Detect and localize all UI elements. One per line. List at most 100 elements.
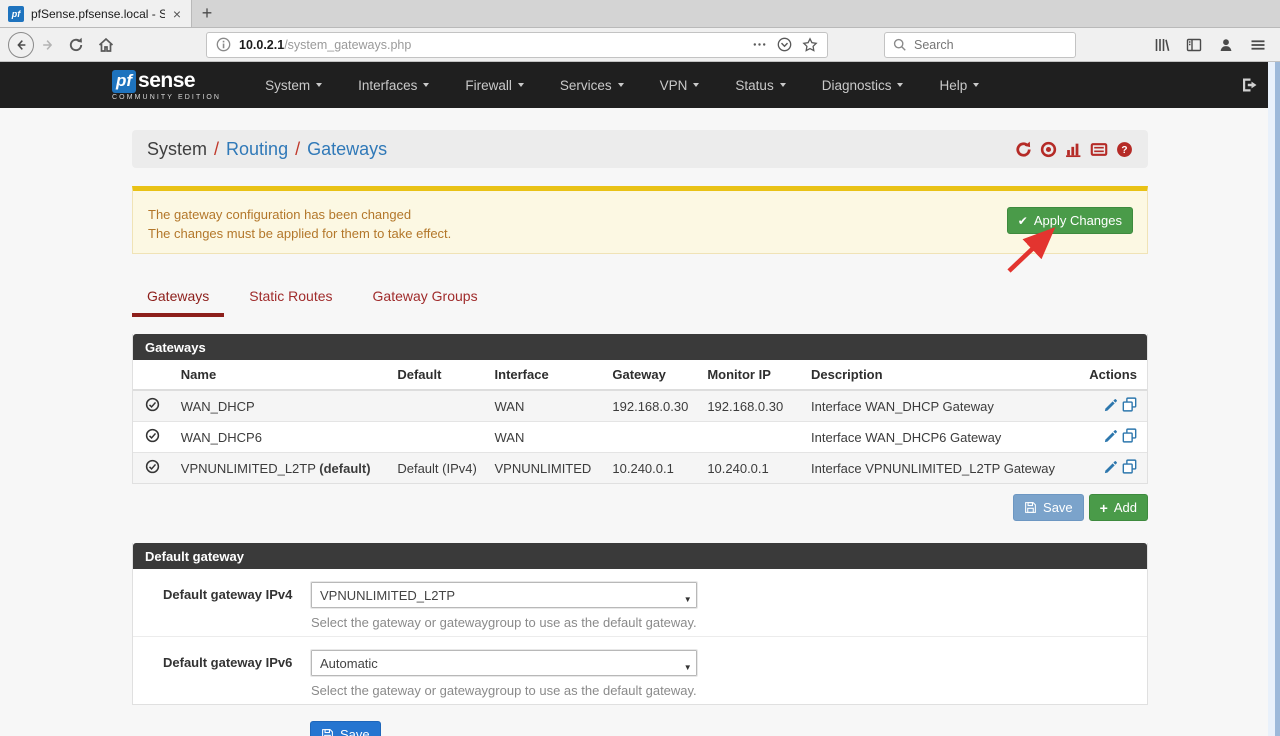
pfsense-logo[interactable]: pf sense COMMUNITY EDITION xyxy=(112,69,221,101)
apply-changes-button[interactable]: ✔ Apply Changes xyxy=(1007,207,1133,234)
edit-pencil-icon[interactable] xyxy=(1104,429,1118,443)
gateway-name: WAN_DHCP6 xyxy=(173,422,390,453)
floppy-icon xyxy=(321,728,334,736)
gateway-row-wan-dhcp: WAN_DHCP WAN 192.168.0.30 192.168.0.30 I… xyxy=(133,390,1147,422)
tab-title: pfSense.pfsense.local - S xyxy=(31,7,165,21)
library-icon[interactable] xyxy=(1154,37,1170,53)
tab-gateways[interactable]: Gateways xyxy=(132,280,224,317)
menu-item-services[interactable]: Services xyxy=(542,78,642,93)
breadcrumb-system: System xyxy=(147,139,207,160)
default-gateway-ipv6-select[interactable]: Automatic xyxy=(311,650,697,676)
save-order-button[interactable]: Save xyxy=(1013,494,1084,521)
enabled-check-circle-icon xyxy=(145,459,160,474)
routing-tabs: Gateways Static Routes Gateway Groups xyxy=(132,280,1148,317)
menu-item-vpn[interactable]: VPN xyxy=(642,78,718,93)
gateway-default xyxy=(389,422,486,453)
menu-item-firewall[interactable]: Firewall xyxy=(447,78,542,93)
chevron-down-icon xyxy=(693,83,699,87)
menu-hamburger-icon[interactable] xyxy=(1250,37,1266,53)
col-default: Default xyxy=(389,360,486,390)
new-tab-button[interactable]: + xyxy=(192,0,222,27)
help-icon[interactable]: ? xyxy=(1116,141,1133,158)
chevron-down-icon xyxy=(897,83,903,87)
browser-toolbar: 10.0.2.1/system_gateways.php xyxy=(0,28,1280,62)
chevron-down-icon xyxy=(973,83,979,87)
add-gateway-button[interactable]: + Add xyxy=(1089,494,1148,521)
default-gateway-ipv4-row: Default gateway IPv4 VPNUNLIMITED_L2TP ▼… xyxy=(133,569,1147,636)
gateway-default xyxy=(389,390,486,422)
log-list-icon[interactable] xyxy=(1090,141,1108,158)
pfsense-brand-text: sense xyxy=(138,69,195,93)
status-circle-icon[interactable] xyxy=(1040,141,1057,158)
copy-icon[interactable] xyxy=(1122,459,1137,474)
pfsense-brand-subtext: COMMUNITY EDITION xyxy=(112,94,221,101)
sidebar-icon[interactable] xyxy=(1186,37,1202,53)
tab-gateway-groups[interactable]: Gateway Groups xyxy=(358,280,493,317)
gateways-table: Name Default Interface Gateway Monitor I… xyxy=(133,360,1147,483)
menu-item-system[interactable]: System xyxy=(247,78,340,93)
menu-item-help[interactable]: Help xyxy=(921,78,997,93)
save-button[interactable]: Save xyxy=(310,721,381,736)
breadcrumb-routing-link[interactable]: Routing xyxy=(226,139,288,160)
menu-item-diagnostics[interactable]: Diagnostics xyxy=(804,78,922,93)
floppy-icon xyxy=(1024,501,1037,514)
breadcrumb-separator: / xyxy=(214,139,219,160)
default-gateway-ipv6-help: Select the gateway or gatewaygroup to us… xyxy=(311,683,697,698)
logout-icon[interactable] xyxy=(1241,77,1258,93)
menu-item-interfaces[interactable]: Interfaces xyxy=(340,78,447,93)
breadcrumb-separator: / xyxy=(295,139,300,160)
screen: pf pfSense.pfsense.local - S × + 10.0.2.… xyxy=(0,0,1280,736)
gateway-address xyxy=(604,422,699,453)
account-icon[interactable] xyxy=(1218,37,1234,53)
tab-static-routes[interactable]: Static Routes xyxy=(234,280,347,317)
menu-item-status[interactable]: Status xyxy=(717,78,803,93)
edit-pencil-icon[interactable] xyxy=(1104,460,1118,474)
gateway-monitor-ip xyxy=(699,422,803,453)
apply-changes-alert: The gateway configuration has been chang… xyxy=(132,186,1148,254)
browser-tab[interactable]: pf pfSense.pfsense.local - S × xyxy=(0,0,192,27)
monitor-graph-icon[interactable] xyxy=(1065,141,1082,158)
search-input[interactable] xyxy=(914,38,1044,52)
reload-button[interactable] xyxy=(68,37,84,53)
default-gateway-ipv4-select[interactable]: VPNUNLIMITED_L2TP xyxy=(311,582,697,608)
tab-close-icon[interactable]: × xyxy=(171,6,183,22)
chevron-down-icon xyxy=(518,83,524,87)
gateway-description: Interface WAN_DHCP6 Gateway xyxy=(803,422,1081,453)
chevron-down-icon xyxy=(316,83,322,87)
pfsense-logo-badge: pf xyxy=(112,70,136,93)
search-box[interactable] xyxy=(884,32,1076,58)
back-button[interactable] xyxy=(8,32,34,58)
page-actions-icon[interactable] xyxy=(752,37,767,52)
pocket-icon[interactable] xyxy=(777,37,792,52)
refresh-icon[interactable] xyxy=(1015,141,1032,158)
col-monitor-ip: Monitor IP xyxy=(699,360,803,390)
forward-button[interactable] xyxy=(40,38,56,52)
default-gateway-ipv4-help: Select the gateway or gatewaygroup to us… xyxy=(311,615,697,630)
copy-icon[interactable] xyxy=(1122,397,1137,412)
copy-icon[interactable] xyxy=(1122,428,1137,443)
pfsense-navbar: pf sense COMMUNITY EDITION System Interf… xyxy=(0,62,1280,108)
site-info-icon[interactable] xyxy=(216,37,231,52)
url-bar[interactable]: 10.0.2.1/system_gateways.php xyxy=(206,32,828,58)
chevron-down-icon xyxy=(423,83,429,87)
page-body: System / Routing / Gateways xyxy=(0,108,1280,736)
breadcrumb-gateways-link[interactable]: Gateways xyxy=(307,139,387,160)
bookmark-star-icon[interactable] xyxy=(802,37,818,53)
gateway-interface: WAN xyxy=(487,422,605,453)
gateway-interface: VPNUNLIMITED xyxy=(487,453,605,484)
gateway-address: 192.168.0.30 xyxy=(604,390,699,422)
default-gateway-ipv6-label: Default gateway IPv6 xyxy=(163,650,311,698)
home-button[interactable] xyxy=(98,37,114,53)
search-icon xyxy=(893,38,907,52)
pfsense-favicon-icon: pf xyxy=(8,6,24,22)
gateway-description: Interface WAN_DHCP Gateway xyxy=(803,390,1081,422)
scrollbar[interactable] xyxy=(1268,62,1280,736)
gateway-monitor-ip: 10.240.0.1 xyxy=(699,453,803,484)
default-gateway-ipv6-row: Default gateway IPv6 Automatic ▼ Select … xyxy=(133,636,1147,704)
gateway-row-wan-dhcp6: WAN_DHCP6 WAN Interface WAN_DHCP6 Gatewa… xyxy=(133,422,1147,453)
enabled-check-circle-icon xyxy=(145,397,160,412)
col-description: Description xyxy=(803,360,1081,390)
edit-pencil-icon[interactable] xyxy=(1104,398,1118,412)
scrollbar-thumb[interactable] xyxy=(1275,62,1280,736)
svg-text:?: ? xyxy=(1121,145,1127,156)
